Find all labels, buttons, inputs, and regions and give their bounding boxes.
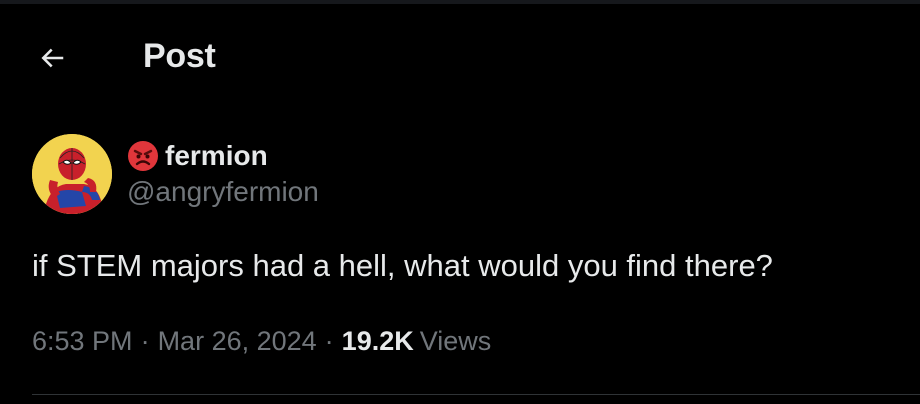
spiderman-avatar-icon (32, 134, 112, 214)
meta-separator: · (140, 326, 150, 356)
page-title: Post (143, 37, 216, 75)
post-author: fermion @angryfermion (32, 134, 632, 218)
post-meta: 6:53 PM · Mar 26, 2024 · 19.2K Views (32, 326, 491, 357)
avatar[interactable] (32, 134, 112, 214)
angry-face-emoji-icon (128, 141, 158, 171)
meta-separator: · (324, 326, 334, 356)
post-header: Post (0, 4, 920, 108)
views-count[interactable]: 19.2K (342, 326, 414, 357)
post-text: if STEM majors had a hell, what would yo… (32, 248, 773, 283)
post-time[interactable]: 6:53 PM (32, 326, 133, 357)
arrow-left-icon (41, 48, 64, 68)
display-name[interactable]: fermion (165, 140, 268, 172)
post-date[interactable]: Mar 26, 2024 (158, 326, 317, 357)
back-button[interactable] (30, 36, 74, 80)
divider (32, 394, 920, 395)
author-names: fermion @angryfermion (127, 138, 319, 208)
user-handle[interactable]: @angryfermion (127, 176, 319, 208)
views-label: Views (419, 326, 492, 356)
display-name-row[interactable]: fermion (127, 138, 319, 174)
